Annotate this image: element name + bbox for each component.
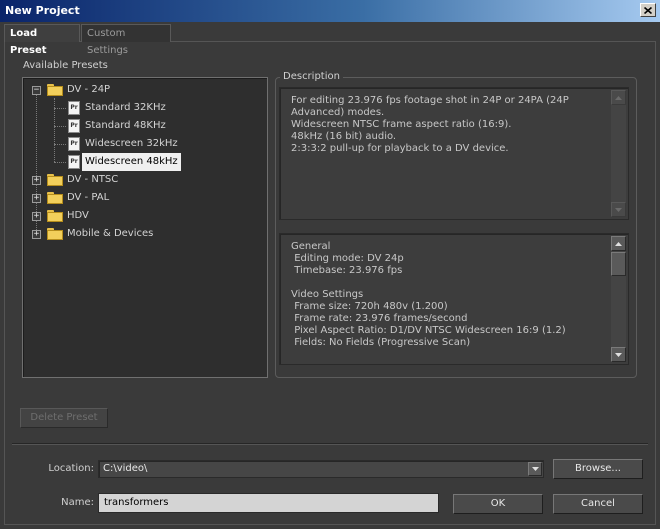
delete-preset-label: Delete Preset bbox=[30, 412, 98, 423]
description-summary-text: For editing 23.976 fps footage shot in 2… bbox=[291, 95, 569, 154]
tree-item-widescreen-48khz[interactable]: Pr Widescreen 48kHz bbox=[68, 153, 181, 171]
scroll-down-button[interactable] bbox=[611, 347, 626, 362]
tree-line bbox=[54, 162, 66, 163]
summary-scrollbar[interactable] bbox=[611, 90, 626, 217]
expand-icon[interactable]: + bbox=[32, 175, 41, 185]
browse-button[interactable]: Browse... bbox=[553, 459, 643, 479]
browse-label: Browse... bbox=[575, 463, 621, 474]
tree-group-label: DV - PAL bbox=[67, 192, 110, 203]
arrow-down-icon bbox=[615, 352, 622, 357]
description-summary-box[interactable]: For editing 23.976 fps footage shot in 2… bbox=[279, 87, 629, 220]
tree-group-label: Mobile & Devices bbox=[67, 228, 154, 239]
tab-custom-settings[interactable]: Custom Settings bbox=[81, 24, 171, 56]
ok-label: OK bbox=[490, 498, 506, 509]
folder-icon bbox=[47, 174, 63, 186]
premiere-file-icon: Pr bbox=[68, 155, 80, 169]
name-label: Name: bbox=[61, 497, 94, 508]
tree-group-dv-ntsc[interactable]: + DV - NTSC bbox=[32, 171, 118, 189]
close-icon bbox=[644, 6, 652, 14]
dropdown-button[interactable] bbox=[528, 462, 542, 476]
separator bbox=[12, 443, 648, 445]
tree-item-label-selected: Widescreen 48kHz bbox=[82, 153, 181, 171]
window-title: New Project bbox=[5, 4, 80, 17]
premiere-file-icon: Pr bbox=[68, 137, 80, 151]
title-bar: New Project bbox=[0, 0, 660, 22]
collapse-icon[interactable]: − bbox=[32, 85, 41, 95]
tree-item-label: Standard 32KHz bbox=[85, 102, 166, 113]
tree-item-label: Widescreen 32kHz bbox=[85, 138, 178, 149]
details-scrollbar[interactable] bbox=[611, 236, 626, 362]
chevron-down-icon bbox=[531, 467, 539, 471]
tree-item-label: Standard 48KHz bbox=[85, 120, 166, 131]
arrow-up-icon bbox=[615, 95, 622, 100]
folder-icon bbox=[47, 228, 63, 240]
arrow-down-icon bbox=[615, 207, 622, 212]
tree-group-hdv[interactable]: + HDV bbox=[32, 207, 89, 225]
tab-load-preset[interactable]: Load Preset bbox=[4, 24, 80, 56]
arrow-up-icon bbox=[615, 241, 622, 246]
tree-line bbox=[54, 126, 66, 127]
tree-group-label: HDV bbox=[67, 210, 89, 221]
scroll-thumb[interactable] bbox=[611, 252, 626, 276]
scroll-up-button[interactable] bbox=[611, 236, 626, 251]
location-dropdown[interactable]: C:\video\ bbox=[98, 460, 544, 478]
cancel-label: Cancel bbox=[581, 498, 615, 509]
expand-icon[interactable]: + bbox=[32, 229, 41, 239]
scroll-down-button[interactable] bbox=[611, 202, 626, 217]
folder-icon bbox=[47, 192, 63, 204]
tree-item-standard-32khz[interactable]: Pr Standard 32KHz bbox=[68, 99, 166, 117]
presets-tree[interactable]: − DV - 24P Pr Standard 32KHz Pr Standard… bbox=[22, 77, 268, 378]
available-presets-heading: Available Presets bbox=[23, 60, 108, 71]
description-details-text: General Editing mode: DV 24p Timebase: 2… bbox=[291, 241, 566, 348]
close-button[interactable] bbox=[640, 3, 656, 17]
cancel-button[interactable]: Cancel bbox=[553, 494, 643, 514]
folder-icon bbox=[47, 210, 63, 222]
description-details-box[interactable]: General Editing mode: DV 24p Timebase: 2… bbox=[279, 233, 629, 365]
scroll-up-button[interactable] bbox=[611, 90, 626, 105]
delete-preset-button[interactable]: Delete Preset bbox=[20, 408, 108, 428]
location-value: C:\video\ bbox=[103, 463, 148, 474]
name-input[interactable]: transformers bbox=[98, 493, 439, 513]
tree-group-mobile-devices[interactable]: + Mobile & Devices bbox=[32, 225, 153, 243]
expand-icon[interactable]: + bbox=[32, 211, 41, 221]
premiere-file-icon: Pr bbox=[68, 119, 80, 133]
tree-group-dv-24p[interactable]: − DV - 24P bbox=[32, 81, 110, 99]
tree-item-standard-48khz[interactable]: Pr Standard 48KHz bbox=[68, 117, 166, 135]
tree-line bbox=[54, 108, 66, 109]
tree-group-label: DV - NTSC bbox=[67, 174, 119, 185]
tree-line bbox=[54, 144, 66, 145]
tree-item-widescreen-32khz[interactable]: Pr Widescreen 32kHz bbox=[68, 135, 178, 153]
tree-group-dv-pal[interactable]: + DV - PAL bbox=[32, 189, 109, 207]
location-label: Location: bbox=[48, 463, 94, 474]
tree-group-label: DV - 24P bbox=[67, 84, 111, 95]
premiere-file-icon: Pr bbox=[68, 101, 80, 115]
folder-icon bbox=[47, 84, 63, 96]
expand-icon[interactable]: + bbox=[32, 193, 41, 203]
ok-button[interactable]: OK bbox=[453, 494, 543, 514]
description-heading: Description bbox=[280, 71, 343, 82]
